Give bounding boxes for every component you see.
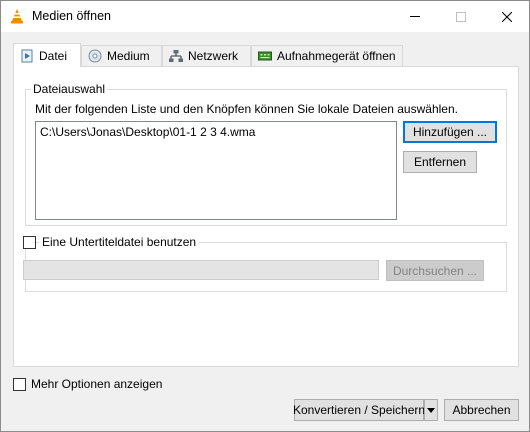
convert-save-button[interactable]: Konvertieren / Speichern: [293, 399, 425, 421]
disc-icon: [88, 49, 102, 63]
remove-button[interactable]: Entfernen: [403, 151, 477, 173]
capture-device-icon: [258, 49, 272, 63]
file-selection-legend: Dateiauswahl: [31, 82, 108, 96]
close-icon: [502, 11, 512, 22]
tab-label: Netzwerk: [188, 49, 239, 63]
browse-button: Durchsuchen ...: [386, 260, 484, 281]
add-button[interactable]: Hinzufügen ...: [403, 121, 497, 143]
file-selection-group: Dateiauswahl Mit der folgenden Liste und…: [25, 82, 507, 226]
minimize-icon: [410, 16, 420, 17]
close-button[interactable]: [484, 1, 530, 32]
vlc-cone-icon: [9, 8, 25, 24]
file-selection-info: Mit der folgenden Liste und den Knöpfen …: [35, 102, 458, 116]
list-item[interactable]: C:\Users\Jonas\Desktop\01-1 2 3 4.wma: [40, 125, 255, 139]
chevron-down-icon: [427, 407, 435, 413]
file-icon: [20, 49, 34, 63]
tab-datei[interactable]: Datei: [13, 43, 81, 67]
network-icon: [169, 49, 183, 63]
subtitle-checkbox[interactable]: [23, 236, 36, 249]
file-list[interactable]: C:\Users\Jonas\Desktop\01-1 2 3 4.wma: [35, 121, 397, 220]
open-media-dialog: Medien öffnen Datei Medium Netzwerk Aufn…: [0, 0, 530, 432]
cancel-button[interactable]: Abbrechen: [444, 399, 519, 421]
tab-label: Aufnahmegerät öffnen: [277, 49, 396, 63]
tab-label: Datei: [39, 48, 68, 63]
window-title: Medien öffnen: [32, 9, 111, 23]
title-bar[interactable]: Medien öffnen: [1, 1, 529, 32]
convert-dropdown-button[interactable]: [424, 399, 438, 421]
minimize-button[interactable]: [392, 1, 438, 32]
subtitle-checkbox-label[interactable]: Eine Untertiteldatei benutzen: [39, 235, 200, 249]
subtitle-path-field: [23, 260, 379, 280]
tab-panel-datei: Dateiauswahl Mit der folgenden Liste und…: [13, 66, 519, 367]
more-options-label[interactable]: Mehr Optionen anzeigen: [31, 377, 162, 391]
tab-label: Medium: [107, 49, 150, 63]
maximize-icon: [456, 11, 466, 22]
tab-aufnahmegeraet[interactable]: Aufnahmegerät öffnen: [251, 45, 403, 66]
maximize-button[interactable]: [438, 1, 484, 32]
tab-medium[interactable]: Medium: [81, 45, 162, 66]
more-options-checkbox[interactable]: [13, 378, 26, 391]
tab-netzwerk[interactable]: Netzwerk: [162, 45, 251, 66]
